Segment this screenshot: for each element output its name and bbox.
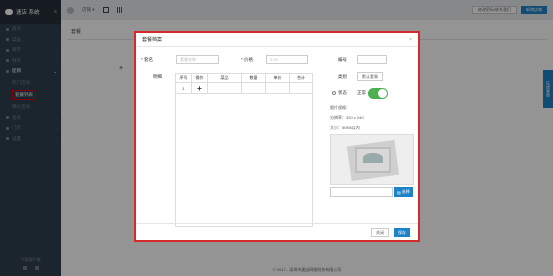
type-label: 类别	[338, 74, 347, 79]
total-cell	[290, 83, 312, 93]
close-button[interactable]: 关闭	[371, 228, 389, 237]
status-radio[interactable]	[332, 91, 336, 95]
col-total: 合计	[297, 75, 305, 80]
folder-icon: ▤	[397, 189, 401, 195]
close-icon[interactable]: ×	[409, 37, 412, 43]
price-label: * 价格	[241, 57, 254, 62]
choose-label: 选择	[401, 189, 410, 194]
dialog-header: 套餐档案 ×	[136, 33, 418, 47]
name-label: * 套名	[141, 57, 154, 62]
save-button[interactable]: 保存	[394, 228, 410, 237]
image-max-size: 大小：50KB以内	[330, 125, 360, 130]
status-label: 状态	[338, 90, 347, 95]
image-path-input[interactable]	[330, 187, 393, 197]
table-header-row: 序号 操作 菜品 数量 单价 合计	[176, 74, 312, 83]
image-spec-title: 图片规格：	[330, 105, 350, 110]
detail-table: 序号 操作 菜品 数量 单价 合计 1 +	[175, 73, 313, 227]
status-text: 正常	[357, 90, 366, 95]
detail-label: 明细	[153, 74, 162, 79]
col-index: 序号	[176, 74, 192, 82]
name-input[interactable]: 套餐名称	[176, 55, 219, 64]
image-resolution: 分辨率：320 x 240	[330, 115, 364, 120]
row-index: 1	[176, 83, 192, 93]
col-qty: 数量	[242, 74, 266, 82]
image-preview	[330, 134, 414, 185]
price-cell	[266, 83, 290, 93]
combo-dialog: 套餐档案 × * 套名 套餐名称 * 价格 0.00 明细 序号 操作 菜品 数…	[134, 31, 420, 242]
type-select-button[interactable]: 默认套餐	[357, 72, 383, 81]
col-dish: 菜品	[208, 74, 242, 82]
add-row-icon[interactable]: +	[197, 84, 202, 93]
qty-cell[interactable]	[242, 83, 266, 93]
toggle-knob	[378, 89, 387, 98]
table-row: 1 +	[176, 83, 312, 94]
col-price: 单价	[266, 74, 290, 82]
dish-cell[interactable]	[208, 83, 242, 93]
col-action: 操作	[192, 74, 208, 82]
dialog-title: 套餐档案	[142, 37, 163, 43]
status-toggle[interactable]	[368, 88, 388, 99]
choose-image-button[interactable]: ▤ 选择	[394, 187, 413, 197]
price-input[interactable]: 0.00	[266, 55, 308, 64]
dialog-footer: 关闭 保存	[136, 223, 418, 240]
code-input[interactable]	[357, 55, 387, 64]
code-label: 编号	[338, 57, 347, 62]
